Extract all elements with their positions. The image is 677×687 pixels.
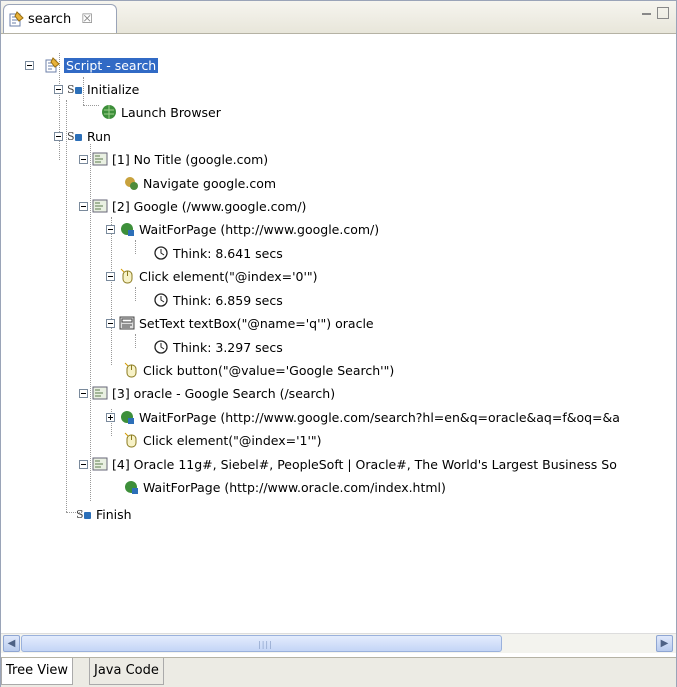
tree-node-launch-browser[interactable]: Launch Browser (101, 101, 221, 123)
tree-line (135, 334, 136, 348)
tree-line (135, 240, 136, 254)
wait2-label: WaitForPage (http://www.google.com/searc… (139, 409, 620, 425)
tree-node-think3[interactable]: Think: 3.297 secs (153, 336, 283, 358)
minimize-button[interactable] (642, 13, 651, 15)
wait1-label: WaitForPage (http://www.google.com/) (139, 221, 380, 237)
page4-label: [4] Oracle 11g#, Siebel#, PeopleSoft | O… (112, 456, 617, 472)
tree-node-page3[interactable]: [3] oracle - Google Search (/search) (79, 382, 335, 404)
section-icon: S (76, 506, 92, 522)
wait-icon (123, 479, 139, 495)
collapse-icon[interactable] (106, 224, 115, 234)
section-icon: S (67, 81, 83, 97)
click1-label: Click element("@index='0'") (139, 268, 318, 284)
tree-line (66, 100, 67, 512)
navigate-label: Navigate google.com (143, 175, 277, 191)
page-icon (92, 151, 108, 167)
tab-title: search (28, 11, 72, 27)
tree-node-navigate[interactable]: Navigate google.com (123, 172, 276, 194)
collapse-icon[interactable] (106, 271, 115, 281)
page-icon (92, 385, 108, 401)
wait-icon (119, 409, 135, 425)
clock-icon (153, 339, 169, 355)
expand-icon[interactable] (106, 412, 115, 422)
svg-text:S: S (67, 83, 75, 96)
page-icon (92, 456, 108, 472)
tab-bar: search ☒ (1, 1, 676, 34)
close-icon[interactable]: ☒ (81, 12, 93, 27)
page2-label: [2] Google (/www.google.com/) (112, 198, 307, 214)
tab-search[interactable]: search ☒ (3, 4, 117, 33)
collapse-icon[interactable] (79, 459, 88, 469)
maximize-button[interactable] (657, 7, 669, 19)
tree-node-wait2[interactable]: WaitForPage (http://www.google.com/searc… (106, 406, 620, 428)
page-icon (92, 198, 108, 214)
page1-label: [1] No Title (google.com) (112, 151, 269, 167)
collapse-icon[interactable] (79, 201, 88, 211)
mouse-icon (119, 268, 135, 284)
tree-node-click1[interactable]: Click element("@index='0'") (106, 265, 318, 287)
settext-label: SetText textBox("@name='q'") oracle (139, 315, 374, 331)
tree-node-wait1[interactable]: WaitForPage (http://www.google.com/) (106, 218, 379, 240)
bottom-tab-bar: Tree View Java Code (1, 657, 676, 687)
think2-label: Think: 6.859 secs (173, 292, 283, 308)
scroll-left-button[interactable]: ◀ (3, 635, 20, 652)
think1-label: Think: 8.641 secs (173, 245, 283, 261)
tree-node-think1[interactable]: Think: 8.641 secs (153, 242, 283, 264)
root-label: Script - search (64, 57, 159, 73)
initialize-label: Initialize (87, 81, 140, 97)
mouse-icon (123, 432, 139, 448)
svg-text:S: S (67, 130, 75, 143)
mouse-icon (123, 362, 139, 378)
tree-line (135, 287, 136, 301)
collapse-icon[interactable] (54, 84, 63, 94)
collapse-icon[interactable] (79, 388, 88, 398)
run-label: Run (87, 128, 111, 144)
collapse-icon[interactable] (106, 318, 115, 328)
horizontal-scrollbar[interactable]: ◀ |||| ▶ (1, 633, 676, 653)
clock-icon (153, 245, 169, 261)
script-tree: Script - search S Initialize Launch Brow… (1, 34, 676, 631)
section-icon: S (67, 128, 83, 144)
tree-node-wait3[interactable]: WaitForPage (http://www.oracle.com/index… (123, 476, 446, 498)
scroll-right-button[interactable]: ▶ (656, 635, 673, 652)
tree-node-finish[interactable]: S Finish (76, 503, 132, 525)
tree-line (83, 105, 99, 106)
wait-icon (119, 221, 135, 237)
collapse-icon[interactable] (25, 60, 34, 70)
script-icon (44, 57, 60, 73)
tree-node-page1[interactable]: [1] No Title (google.com) (79, 148, 268, 170)
grip-icon: |||| (258, 640, 273, 649)
tree-node-think2[interactable]: Think: 6.859 secs (153, 289, 283, 311)
tree-node-click2[interactable]: Click element("@index='1'") (123, 429, 322, 451)
tab-tree-view[interactable]: Tree View (1, 658, 74, 685)
page3-label: [3] oracle - Google Search (/search) (112, 385, 336, 401)
tree-node-run[interactable]: S Run (54, 125, 111, 147)
globe-icon (101, 104, 117, 120)
tab-java-code[interactable]: Java Code (89, 658, 164, 685)
click-button-label: Click button("@value='Google Search'") (143, 362, 395, 378)
think3-label: Think: 3.297 secs (173, 339, 283, 355)
tree-node-page2[interactable]: [2] Google (/www.google.com/) (79, 195, 306, 217)
tree-node-page4[interactable]: [4] Oracle 11g#, Siebel#, PeopleSoft | O… (79, 453, 617, 475)
tree-node-initialize[interactable]: S Initialize (54, 78, 139, 100)
launch-browser-label: Launch Browser (121, 104, 221, 120)
click2-label: Click element("@index='1'") (143, 432, 322, 448)
tree-node-settext[interactable]: SetText textBox("@name='q'") oracle (106, 312, 374, 334)
tree-node-click-button[interactable]: Click button("@value='Google Search'") (123, 359, 394, 381)
editor-panel: search ☒ Script - search S Initialize La… (0, 0, 677, 687)
navigate-icon (123, 175, 139, 191)
textbox-icon (119, 315, 135, 331)
clock-icon (153, 292, 169, 308)
collapse-icon[interactable] (79, 154, 88, 164)
script-icon (8, 11, 24, 27)
scroll-thumb[interactable]: |||| (21, 635, 502, 652)
wait3-label: WaitForPage (http://www.oracle.com/index… (143, 479, 446, 495)
tree-node-root[interactable]: Script - search (25, 54, 159, 76)
svg-text:S: S (76, 508, 84, 521)
collapse-icon[interactable] (54, 131, 63, 141)
finish-label: Finish (96, 506, 132, 522)
